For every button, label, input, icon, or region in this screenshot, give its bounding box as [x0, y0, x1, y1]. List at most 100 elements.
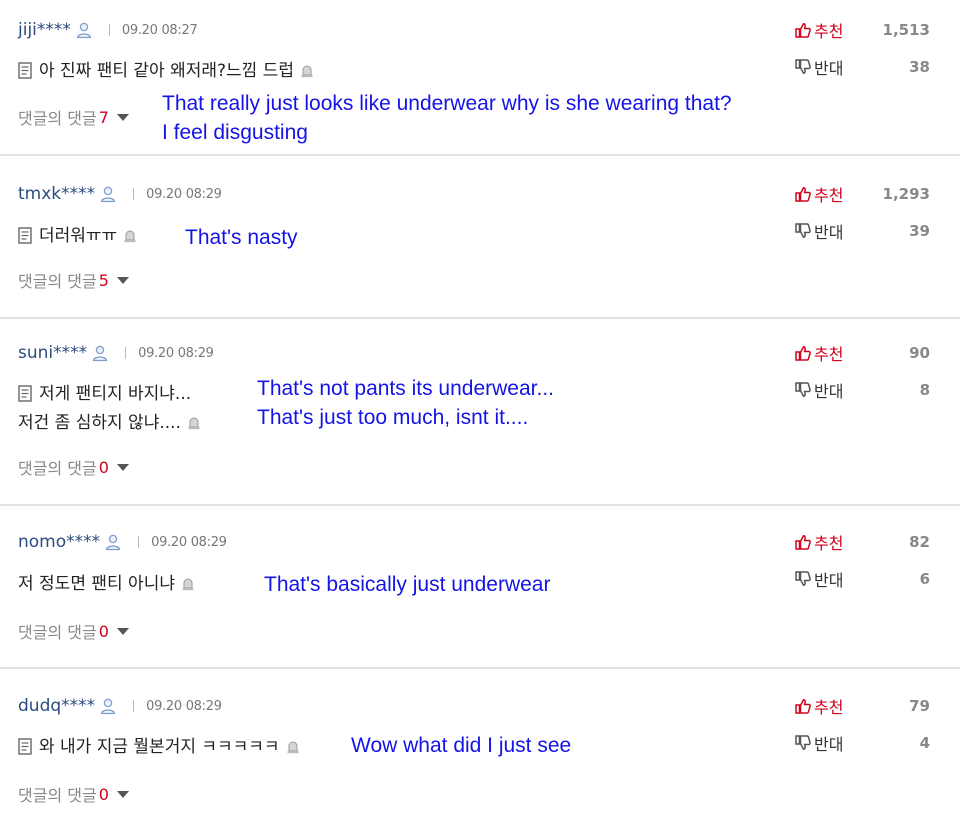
reply-label: 댓글의 댓글 — [18, 109, 97, 128]
comment-text-line: 저게 팬티지 바지냐... — [39, 384, 192, 404]
reply-toggle[interactable]: 댓글의 댓글 0 — [18, 619, 129, 643]
reply-count: 7 — [98, 107, 109, 127]
thumbs-down-icon — [795, 59, 811, 75]
comment-body: 저 정도면 팬티 아니냐 — [18, 570, 195, 599]
comment-list: jiji**** 09.20 08:27 아 진짜 팬티 같아 왜저래?느낌 드럽 T… — [0, 0, 960, 817]
thumbs-up-icon — [795, 534, 811, 550]
oppose-button[interactable]: 반대 8 — [795, 378, 935, 402]
meta-separator — [125, 347, 127, 359]
reply-label: 댓글의 댓글 — [18, 272, 97, 291]
translation-annotation: That's nasty — [185, 223, 298, 252]
chevron-down-icon — [116, 463, 129, 471]
report-icon[interactable] — [300, 59, 314, 78]
chevron-down-icon — [116, 627, 129, 635]
thumbs-down-icon — [795, 735, 811, 751]
reply-toggle[interactable]: 댓글의 댓글 7 — [18, 105, 129, 129]
comment-body: 더러워ㅠㅠ — [18, 222, 137, 251]
meta-separator — [133, 700, 135, 712]
recommend-button[interactable]: 추천 82 — [795, 530, 935, 554]
oppose-label: 반대 — [814, 571, 844, 590]
document-icon — [18, 736, 32, 755]
thumbs-up-icon — [795, 186, 811, 202]
recommend-label: 추천 — [814, 534, 844, 553]
translation-line: That's nasty — [185, 226, 298, 249]
meta-separator — [138, 536, 140, 548]
comment-text-line: 아 진짜 팬티 같아 왜저래?느낌 드럽 — [39, 61, 295, 81]
reply-toggle[interactable]: 댓글의 댓글 0 — [18, 782, 129, 806]
translation-line: That's basically just underwear — [264, 573, 551, 596]
recommend-count: 82 — [909, 533, 930, 551]
comment-body: 아 진짜 팬티 같아 왜저래?느낌 드럽 — [18, 57, 314, 86]
comment-timestamp: 09.20 08:29 — [146, 186, 222, 202]
comment-timestamp: 09.20 08:27 — [121, 22, 198, 38]
oppose-button[interactable]: 반대 39 — [795, 219, 935, 243]
report-icon[interactable] — [181, 572, 195, 591]
report-icon[interactable] — [123, 224, 137, 243]
reply-count: 0 — [98, 457, 109, 477]
oppose-count: 6 — [919, 570, 930, 588]
reply-count: 0 — [98, 621, 109, 641]
comment-text-line: 더러워ㅠㅠ — [39, 226, 118, 246]
oppose-button[interactable]: 반대 4 — [795, 731, 935, 755]
oppose-count: 8 — [919, 381, 930, 399]
recommend-count: 1,293 — [882, 185, 930, 203]
user-icon — [104, 533, 122, 551]
reply-count: 0 — [98, 784, 109, 804]
oppose-count: 39 — [909, 222, 930, 240]
oppose-button[interactable]: 반대 38 — [795, 55, 935, 79]
oppose-label: 반대 — [814, 223, 844, 242]
user-icon — [99, 697, 117, 715]
thumbs-up-icon — [795, 698, 811, 714]
oppose-label: 반대 — [814, 735, 844, 754]
thumbs-up-icon — [795, 345, 811, 361]
oppose-label: 반대 — [814, 59, 844, 78]
comment-body: 저게 팬티지 바지냐... 저건 좀 심하지 않냐.... — [18, 380, 201, 438]
reply-label: 댓글의 댓글 — [18, 786, 97, 805]
reply-label: 댓글의 댓글 — [18, 623, 97, 642]
comment-divider — [0, 317, 960, 319]
comment-body: 와 내가 지금 뭘본거지 ㅋㅋㅋㅋㅋ — [18, 733, 300, 762]
translation-annotation: That really just looks like underwear wh… — [162, 89, 732, 147]
comment-timestamp: 09.20 08:29 — [151, 534, 227, 550]
comment-divider — [0, 504, 960, 506]
comment-username[interactable]: jiji**** — [18, 20, 71, 40]
recommend-label: 추천 — [814, 186, 844, 205]
recommend-label: 추천 — [814, 22, 844, 41]
recommend-button[interactable]: 추천 90 — [795, 341, 935, 365]
user-icon — [75, 21, 93, 39]
document-icon — [18, 60, 32, 79]
recommend-button[interactable]: 추천 1,293 — [795, 182, 935, 206]
recommend-button[interactable]: 추천 1,513 — [795, 18, 935, 42]
comment-divider — [0, 154, 960, 156]
recommend-count: 79 — [909, 697, 930, 715]
comment-username[interactable]: nomo**** — [18, 532, 100, 552]
meta-separator — [108, 24, 110, 36]
translation-line: That's just too much, isnt it.... — [257, 406, 529, 429]
comment-username[interactable]: tmxk**** — [18, 184, 95, 204]
reply-toggle[interactable]: 댓글의 댓글 5 — [18, 268, 129, 292]
recommend-count: 90 — [909, 344, 930, 362]
report-icon[interactable] — [187, 411, 201, 430]
translation-annotation: Wow what did I just see — [351, 731, 571, 760]
translation-line: That really just looks like underwear wh… — [162, 92, 732, 115]
comment-timestamp: 09.20 08:29 — [146, 698, 222, 714]
oppose-count: 4 — [919, 734, 930, 752]
oppose-button[interactable]: 반대 6 — [795, 567, 935, 591]
comment-text-line: 저건 좀 심하지 않냐.... — [18, 413, 181, 433]
thumbs-down-icon — [795, 382, 811, 398]
oppose-count: 38 — [909, 58, 930, 76]
comment-timestamp: 09.20 08:29 — [138, 345, 214, 361]
chevron-down-icon — [116, 790, 129, 798]
recommend-button[interactable]: 추천 79 — [795, 694, 935, 718]
recommend-label: 추천 — [814, 345, 844, 364]
meta-separator — [133, 188, 135, 200]
comment-text-line: 저 정도면 팬티 아니냐 — [18, 574, 175, 594]
comment-username[interactable]: dudq**** — [18, 696, 95, 716]
comment-divider — [0, 667, 960, 669]
chevron-down-icon — [116, 276, 129, 284]
comment-username[interactable]: suni**** — [18, 343, 87, 363]
translation-line: Wow what did I just see — [351, 734, 572, 757]
report-icon[interactable] — [286, 735, 300, 754]
user-icon — [99, 185, 117, 203]
reply-toggle[interactable]: 댓글의 댓글 0 — [18, 455, 129, 479]
